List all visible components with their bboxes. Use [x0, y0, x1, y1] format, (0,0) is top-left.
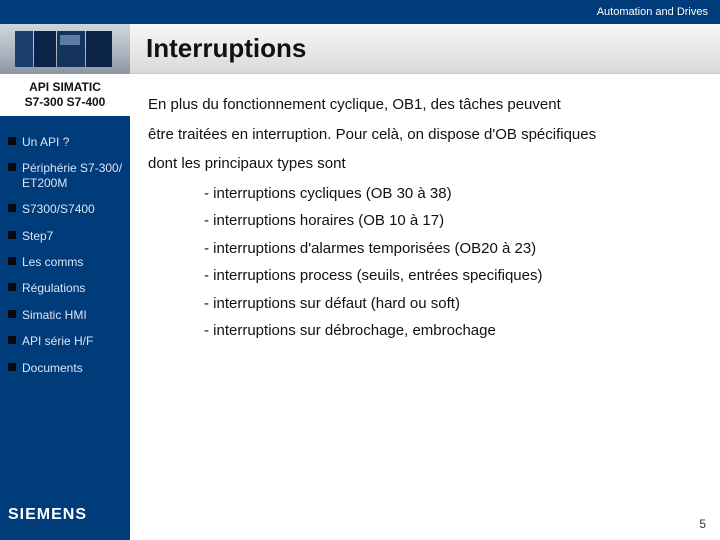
paragraph-line-2: être traitées en interruption. Pour celà… [148, 122, 706, 148]
sidebar-item-s7300-s7400[interactable]: S7300/S7400 [0, 196, 130, 222]
interruption-types-list: - interruptions cycliques (OB 30 à 38) -… [204, 181, 706, 344]
sidebar-item-label[interactable]: Régulations [22, 281, 85, 295]
square-bullet-icon [8, 163, 16, 171]
square-bullet-icon [8, 336, 16, 344]
square-bullet-icon [8, 137, 16, 145]
square-bullet-icon [8, 204, 16, 212]
sidebar-item-label[interactable]: Step7 [22, 229, 53, 243]
plc-illustration [0, 24, 130, 74]
sidebar-item-label[interactable]: S7300/S7400 [22, 202, 95, 216]
page-number: 5 [699, 514, 706, 534]
sidebar-item-label[interactable]: Simatic HMI [22, 308, 87, 322]
list-item: - interruptions sur débrochage, embrocha… [204, 318, 706, 344]
brand-tagline: Automation and Drives [597, 6, 708, 18]
sidebar-item-step7[interactable]: Step7 [0, 223, 130, 249]
title-area: Interruptions [130, 24, 720, 74]
plc-device-icon [15, 29, 115, 69]
square-bullet-icon [8, 363, 16, 371]
square-bullet-icon [8, 283, 16, 291]
sidebar-item-label[interactable]: Un API ? [22, 135, 69, 149]
sidebar-item-les-comms[interactable]: Les comms [0, 249, 130, 275]
sidebar-item-label[interactable]: Périphérie S7-300/ ET200M [22, 161, 124, 190]
sidebar-item-label[interactable]: Documents [22, 361, 83, 375]
sidebar-item-simatic-hmi[interactable]: Simatic HMI [0, 302, 130, 328]
sidebar-title-line1: API SIMATIC [2, 80, 128, 95]
paragraph-line-3: dont les principaux types sont [148, 151, 706, 177]
sidebar-item-peripherie[interactable]: Périphérie S7-300/ ET200M [0, 155, 130, 196]
square-bullet-icon [8, 310, 16, 318]
page-title: Interruptions [146, 33, 306, 64]
list-item: - interruptions horaires (OB 10 à 17) [204, 208, 706, 234]
sidebar-title-line2: S7-300 S7-400 [2, 95, 128, 110]
sidebar-item-label[interactable]: API série H/F [22, 334, 93, 348]
paragraph-line-1: En plus du fonctionnement cyclique, OB1,… [148, 92, 706, 118]
square-bullet-icon [8, 231, 16, 239]
list-item: - interruptions process (seuils, entrées… [204, 263, 706, 289]
top-bar: Automation and Drives [0, 0, 720, 24]
sidebar: API SIMATIC S7-300 S7-400 Un API ? Périp… [0, 74, 130, 540]
sidebar-item-documents[interactable]: Documents [0, 355, 130, 381]
main-content: En plus du fonctionnement cyclique, OB1,… [130, 74, 720, 540]
header-row: Interruptions [0, 24, 720, 74]
square-bullet-icon [8, 257, 16, 265]
sidebar-title: API SIMATIC S7-300 S7-400 [0, 74, 130, 119]
sidebar-item-api-serie-hf[interactable]: API série H/F [0, 328, 130, 354]
sidebar-item-un-api[interactable]: Un API ? [0, 129, 130, 155]
list-item: - interruptions cycliques (OB 30 à 38) [204, 181, 706, 207]
sidebar-list: Un API ? Périphérie S7-300/ ET200M S7300… [0, 129, 130, 381]
sidebar-item-label[interactable]: Les comms [22, 255, 83, 269]
sidebar-item-regulations[interactable]: Régulations [0, 275, 130, 301]
siemens-logo: SIEMENS [0, 496, 130, 540]
list-item: - interruptions sur défaut (hard ou soft… [204, 291, 706, 317]
list-item: - interruptions d'alarmes temporisées (O… [204, 236, 706, 262]
